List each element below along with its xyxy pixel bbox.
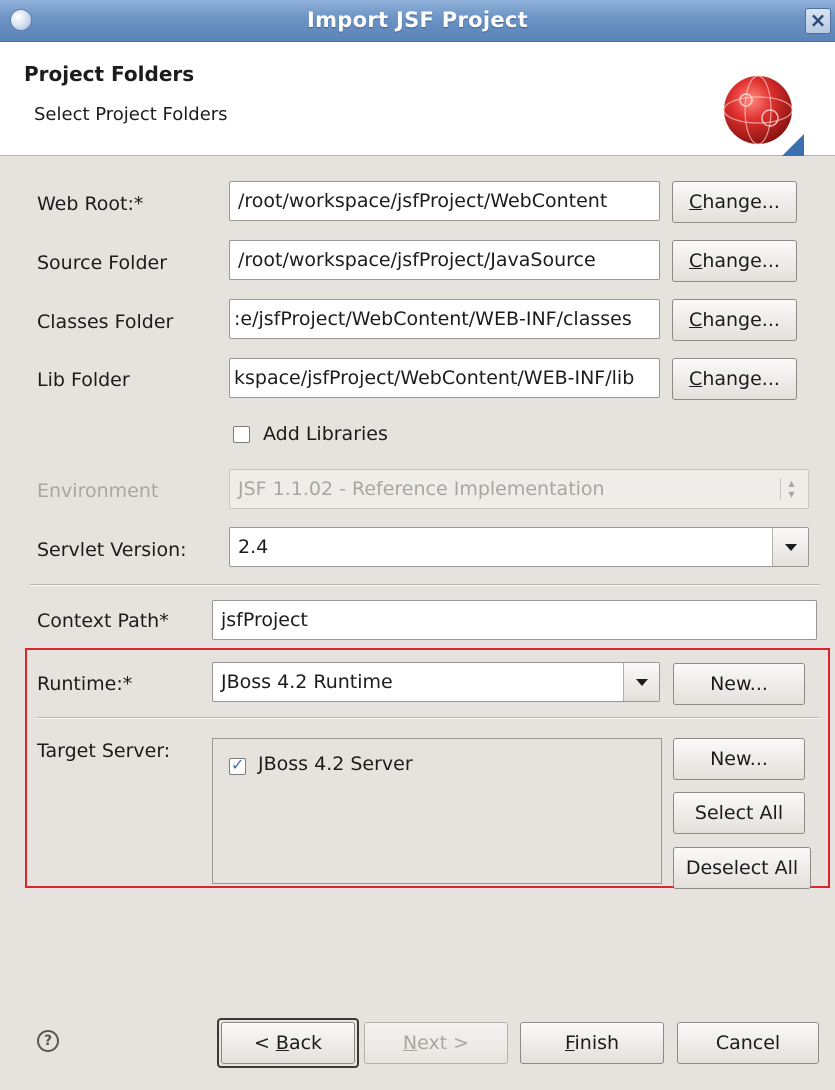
runtime-label: Runtime:* [37,673,133,695]
select-all-button[interactable]: Select All [673,792,805,834]
spinner-icon: ▴ ▾ [780,477,802,500]
lib-folder-change-button[interactable]: Change... [672,358,797,400]
window-titlebar: Import JSF Project × [0,0,835,42]
finish-button[interactable]: Finish [520,1022,664,1064]
window-title: Import JSF Project [307,8,528,32]
target-server-item-label[interactable]: JBoss 4.2 Server [258,753,413,775]
source-folder-label: Source Folder [37,252,168,274]
page-description: Select Project Folders [34,104,228,125]
runtime-new-button[interactable]: New... [673,663,805,705]
wizard-header: Project Folders Select Project Folders [0,42,835,156]
web-root-field[interactable]: /root/workspace/jsfProject/WebContent [229,181,660,221]
classes-folder-change-button[interactable]: Change... [672,299,797,341]
add-libraries-label: Add Libraries [263,423,388,445]
web-root-change-button[interactable]: Change... [672,181,797,223]
back-button[interactable]: < Back [221,1022,355,1064]
web-root-label: Web Root:* [37,193,144,215]
runtime-select[interactable]: JBoss 4.2 Runtime [212,662,660,702]
chevron-down-icon [636,679,648,686]
target-server-label: Target Server: [37,740,171,762]
classes-folder-label: Classes Folder [37,311,174,333]
close-icon[interactable]: × [805,8,831,34]
context-path-label: Context Path* [37,610,169,632]
target-server-new-button[interactable]: New... [673,738,805,780]
source-folder-change-button[interactable]: Change... [672,240,797,282]
classes-folder-field[interactable]: :e/jsfProject/WebContent/WEB-INF/classes [229,299,660,339]
separator [37,717,819,719]
environment-value: JSF 1.1.02 - Reference Implementation [238,478,605,500]
runtime-dropdown-button[interactable] [623,663,659,701]
servlet-version-label: Servlet Version: [37,539,187,561]
environment-label: Environment [37,480,159,502]
target-server-list[interactable]: JBoss 4.2 Server [212,738,662,884]
cancel-button[interactable]: Cancel [677,1022,819,1064]
add-libraries-checkbox[interactable] [233,426,250,443]
servlet-version-value: 2.4 [238,536,269,558]
environment-select: JSF 1.1.02 - Reference Implementation ▴ ▾ [229,469,809,509]
servlet-version-select[interactable]: 2.4 [229,527,809,567]
servlet-version-dropdown-button[interactable] [772,528,808,566]
page-title: Project Folders [24,62,195,86]
context-path-field[interactable]: jsfProject [212,600,817,640]
runtime-value: JBoss 4.2 Runtime [221,671,393,693]
separator [30,584,820,586]
next-button[interactable]: Next > [364,1022,508,1064]
target-server-checkbox[interactable] [229,755,246,775]
deselect-all-button[interactable]: Deselect All [673,847,811,889]
source-folder-field[interactable]: /root/workspace/jsfProject/JavaSource [229,240,660,280]
lib-folder-label: Lib Folder [37,369,130,391]
lib-folder-field[interactable]: kspace/jsfProject/WebContent/WEB-INF/lib [229,358,660,398]
jsf-wizard-logo-icon [723,75,804,156]
help-icon[interactable]: ? [37,1030,59,1052]
chevron-down-icon [785,544,797,551]
